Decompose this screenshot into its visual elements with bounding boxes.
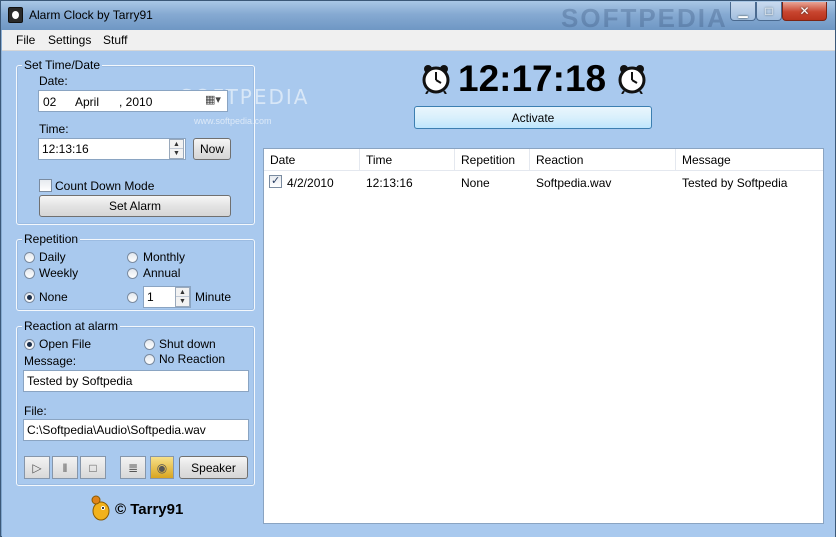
set-time-date-title: Set Time/Date — [22, 58, 103, 72]
file-path-input[interactable]: C:\Softpedia\Audio\Softpedia.wav — [23, 419, 249, 441]
date-day[interactable]: 02 — [43, 95, 56, 109]
minute-label: Minute — [195, 290, 232, 304]
radio-open-file[interactable] — [24, 339, 35, 350]
time-input-value: 12:13:16 — [42, 142, 89, 156]
radio-no-reaction[interactable] — [144, 354, 155, 365]
radio-none[interactable] — [24, 292, 35, 303]
row-reaction: Softpedia.wav — [536, 176, 612, 190]
date-label: Date: — [39, 74, 68, 88]
repetition-group: Repetition Daily Monthly Weekly Annual N… — [16, 232, 255, 311]
app-window: Alarm Clock by Tarry91 SOFTPEDIA ▁ □ ✕ F… — [0, 0, 836, 537]
radio-shut-down[interactable] — [144, 339, 155, 350]
daily-label: Daily — [39, 250, 66, 264]
calendar-dropdown-icon[interactable]: ▦▾ — [205, 93, 221, 106]
time-input[interactable]: 12:13:16 — [38, 138, 186, 160]
play-icon: ▷ — [32, 460, 42, 475]
reaction-title: Reaction at alarm — [22, 319, 121, 333]
date-month[interactable]: April — [75, 95, 99, 109]
none-label: None — [39, 290, 68, 304]
menu-settings[interactable]: Settings — [48, 33, 91, 47]
stop-button[interactable]: □ — [80, 456, 106, 479]
annual-label: Annual — [143, 266, 181, 280]
time-label: Time: — [39, 122, 69, 136]
stop-icon: □ — [89, 460, 97, 475]
activate-button[interactable]: Activate — [414, 106, 652, 129]
shut-down-label: Shut down — [159, 337, 216, 351]
minute-spin-down-icon[interactable]: ▼ — [176, 297, 189, 306]
row-repetition: None — [461, 176, 490, 190]
radio-daily[interactable] — [24, 252, 35, 263]
copyright-text: © Tarry91 — [115, 501, 184, 518]
set-alarm-button[interactable]: Set Alarm — [39, 195, 231, 217]
column-header-repetition[interactable]: Repetition — [455, 149, 530, 171]
alarm-clock-left-icon — [422, 65, 450, 94]
title-bar[interactable]: Alarm Clock by Tarry91 SOFTPEDIA ▁ □ ✕ — [1, 1, 835, 33]
column-header-date[interactable]: Date — [264, 149, 360, 171]
alarm-clock-app-icon — [8, 7, 23, 23]
date-picker[interactable]: 02 April , 2010 ▦▾ — [38, 90, 228, 112]
alarm-clock-right-icon — [618, 65, 646, 94]
message-label: Message: — [24, 354, 77, 368]
play-button[interactable]: ▷ — [24, 456, 50, 479]
minute-value: 1 — [147, 290, 154, 304]
message-input-value: Tested by Softpedia — [27, 374, 133, 388]
countdown-label: Count Down Mode — [55, 179, 155, 193]
window-title: Alarm Clock by Tarry91 — [29, 8, 153, 22]
no-reaction-label: No Reaction — [159, 352, 226, 366]
monthly-label: Monthly — [143, 250, 186, 264]
column-header-time[interactable]: Time — [360, 149, 455, 171]
folder-icon: ≣ — [127, 460, 139, 475]
minimize-button[interactable]: ▁ — [730, 2, 756, 21]
radio-minute[interactable] — [127, 292, 138, 303]
maximize-icon: □ — [765, 4, 773, 18]
speaker-button[interactable]: Speaker — [179, 456, 248, 479]
alarm-enabled-checkbox[interactable] — [269, 174, 282, 188]
maximize-button[interactable]: □ — [756, 2, 782, 21]
spin-up-icon[interactable]: ▲ — [170, 140, 183, 149]
row-date: 4/2/2010 — [287, 176, 334, 190]
speaker-icon: ◉ — [156, 460, 168, 475]
close-icon: ✕ — [799, 4, 810, 18]
weekly-label: Weekly — [39, 266, 79, 280]
file-path-value: C:\Softpedia\Audio\Softpedia.wav — [27, 423, 206, 437]
alarm-list-header: Date Time Repetition Reaction Message — [264, 149, 823, 171]
file-label: File: — [24, 404, 47, 418]
column-header-reaction[interactable]: Reaction — [530, 149, 676, 171]
column-header-message[interactable]: Message — [676, 149, 823, 171]
menu-file[interactable]: File — [16, 33, 35, 47]
now-button[interactable]: Now — [193, 138, 231, 160]
set-time-date-group: Set Time/Date Date: 02 April , 2010 ▦▾ T… — [16, 58, 255, 225]
message-input[interactable]: Tested by Softpedia — [23, 370, 249, 392]
row-time: 12:13:16 — [366, 176, 413, 190]
tarry-logo-icon — [91, 495, 110, 521]
close-button[interactable]: ✕ — [782, 2, 827, 21]
radio-annual[interactable] — [127, 268, 138, 279]
minute-spin-up-icon[interactable]: ▲ — [176, 288, 189, 297]
minimize-icon: ▁ — [738, 4, 748, 18]
radio-monthly[interactable] — [127, 252, 138, 263]
countdown-checkbox[interactable] — [39, 179, 52, 192]
browse-file-button[interactable]: ≣ — [120, 456, 146, 479]
pause-button[interactable]: ‖ — [52, 456, 78, 479]
spin-down-icon[interactable]: ▼ — [170, 149, 183, 158]
volume-button[interactable]: ◉ — [150, 456, 174, 479]
open-file-label: Open File — [39, 337, 92, 351]
date-year[interactable]: , 2010 — [119, 95, 152, 109]
minute-spinner[interactable]: ▲ ▼ — [175, 287, 190, 307]
alarm-list[interactable]: Date Time Repetition Reaction Message 4/… — [263, 148, 824, 524]
repetition-title: Repetition — [22, 232, 81, 246]
pause-icon: ‖ — [62, 460, 68, 475]
time-spinner[interactable]: ▲ ▼ — [169, 139, 184, 159]
menu-bar: File Settings Stuff — [2, 30, 835, 51]
row-message: Tested by Softpedia — [682, 176, 788, 190]
current-time-display: 12:17:18 — [458, 58, 607, 99]
main-content: SOFTPEDIA www.softpedia.com Set Time/Dat… — [2, 51, 835, 537]
radio-weekly[interactable] — [24, 268, 35, 279]
menu-stuff[interactable]: Stuff — [103, 33, 127, 47]
